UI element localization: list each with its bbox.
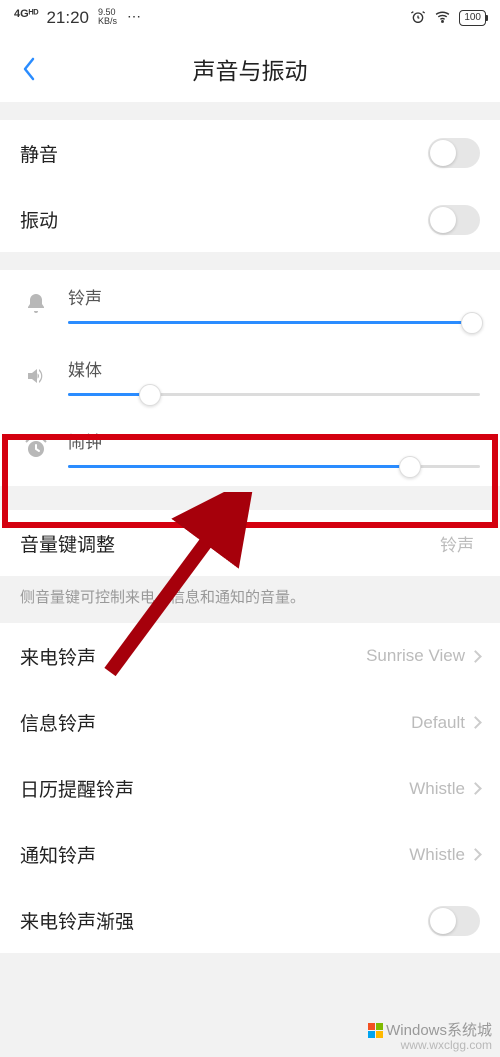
page-title: 声音与振动 [193, 52, 308, 86]
row-volume-key-adjust[interactable]: 音量键调整 铃声 [0, 510, 500, 576]
more-dots-icon: ⋯ [127, 8, 142, 25]
volume-key-description: 侧音量键可控制来电、信息和通知的音量。 [0, 576, 500, 623]
back-button[interactable] [14, 54, 44, 84]
row-label: 振动 [20, 206, 58, 233]
row-vibrate[interactable]: 振动 [0, 186, 500, 252]
row-crescendo[interactable]: 来电铃声渐强 [0, 887, 500, 953]
section-ringtones: 来电铃声 Sunrise View 信息铃声 Default 日历提醒铃声 Wh… [0, 623, 500, 953]
section-basic: 静音 振动 [0, 120, 500, 252]
crescendo-toggle[interactable] [428, 906, 480, 936]
row-label: 来电铃声 [20, 643, 96, 670]
row-label: 日历提醒铃声 [20, 775, 134, 802]
slider-thumb[interactable] [139, 384, 161, 406]
windows-logo-icon [368, 1023, 383, 1038]
slider-thumb[interactable] [461, 312, 483, 334]
net-speed: 9.50KB/s [98, 8, 117, 26]
slider-media[interactable]: 媒体 [0, 342, 500, 414]
row-value: Whistle [409, 845, 465, 865]
status-bar: 4Gᴴᴰ 21:20 9.50KB/s ⋯ 100 [0, 0, 500, 36]
row-value: Whistle [409, 779, 465, 799]
row-calendar-ringtone[interactable]: 日历提醒铃声 Whistle [0, 755, 500, 821]
chevron-right-icon [469, 716, 482, 729]
row-value: Default [411, 713, 465, 733]
row-label: 音量键调整 [20, 530, 115, 557]
slider-alarm[interactable]: 闹钟 [0, 414, 500, 486]
clock-icon [20, 436, 52, 460]
row-value: 铃声 [440, 531, 474, 556]
row-label: 通知铃声 [20, 841, 96, 868]
watermark: Windows系统城 www.wxclgg.com [368, 1023, 492, 1053]
nav-bar: 声音与振动 [0, 36, 500, 102]
speaker-icon [20, 364, 52, 388]
section-volume-key: 音量键调整 铃声 [0, 510, 500, 576]
chevron-right-icon [469, 848, 482, 861]
row-notification-ringtone[interactable]: 通知铃声 Whistle [0, 821, 500, 887]
chevron-right-icon [469, 650, 482, 663]
slider-label: 铃声 [68, 284, 480, 309]
row-label: 来电铃声渐强 [20, 907, 134, 934]
row-mute[interactable]: 静音 [0, 120, 500, 186]
slider-track[interactable] [68, 465, 480, 468]
mute-toggle[interactable] [428, 138, 480, 168]
slider-thumb[interactable] [399, 456, 421, 478]
wifi-icon [434, 8, 451, 28]
battery-indicator: 100 [459, 10, 486, 26]
row-value: Sunrise View [366, 646, 465, 666]
alarm-icon [410, 9, 426, 28]
slider-label: 媒体 [68, 356, 480, 381]
signal-indicator: 4Gᴴᴰ [14, 8, 38, 20]
section-volume-sliders: 铃声 媒体 闹钟 [0, 270, 500, 486]
bell-icon [20, 292, 52, 316]
row-label: 静音 [20, 140, 58, 167]
slider-track[interactable] [68, 393, 480, 396]
chevron-right-icon [469, 782, 482, 795]
vibrate-toggle[interactable] [428, 205, 480, 235]
row-message-ringtone[interactable]: 信息铃声 Default [0, 689, 500, 755]
row-incoming-ringtone[interactable]: 来电铃声 Sunrise View [0, 623, 500, 689]
clock-time: 21:20 [46, 8, 89, 28]
slider-track[interactable] [68, 321, 480, 324]
slider-label: 闹钟 [68, 428, 480, 453]
row-label: 信息铃声 [20, 709, 96, 736]
slider-ringtone[interactable]: 铃声 [0, 270, 500, 342]
